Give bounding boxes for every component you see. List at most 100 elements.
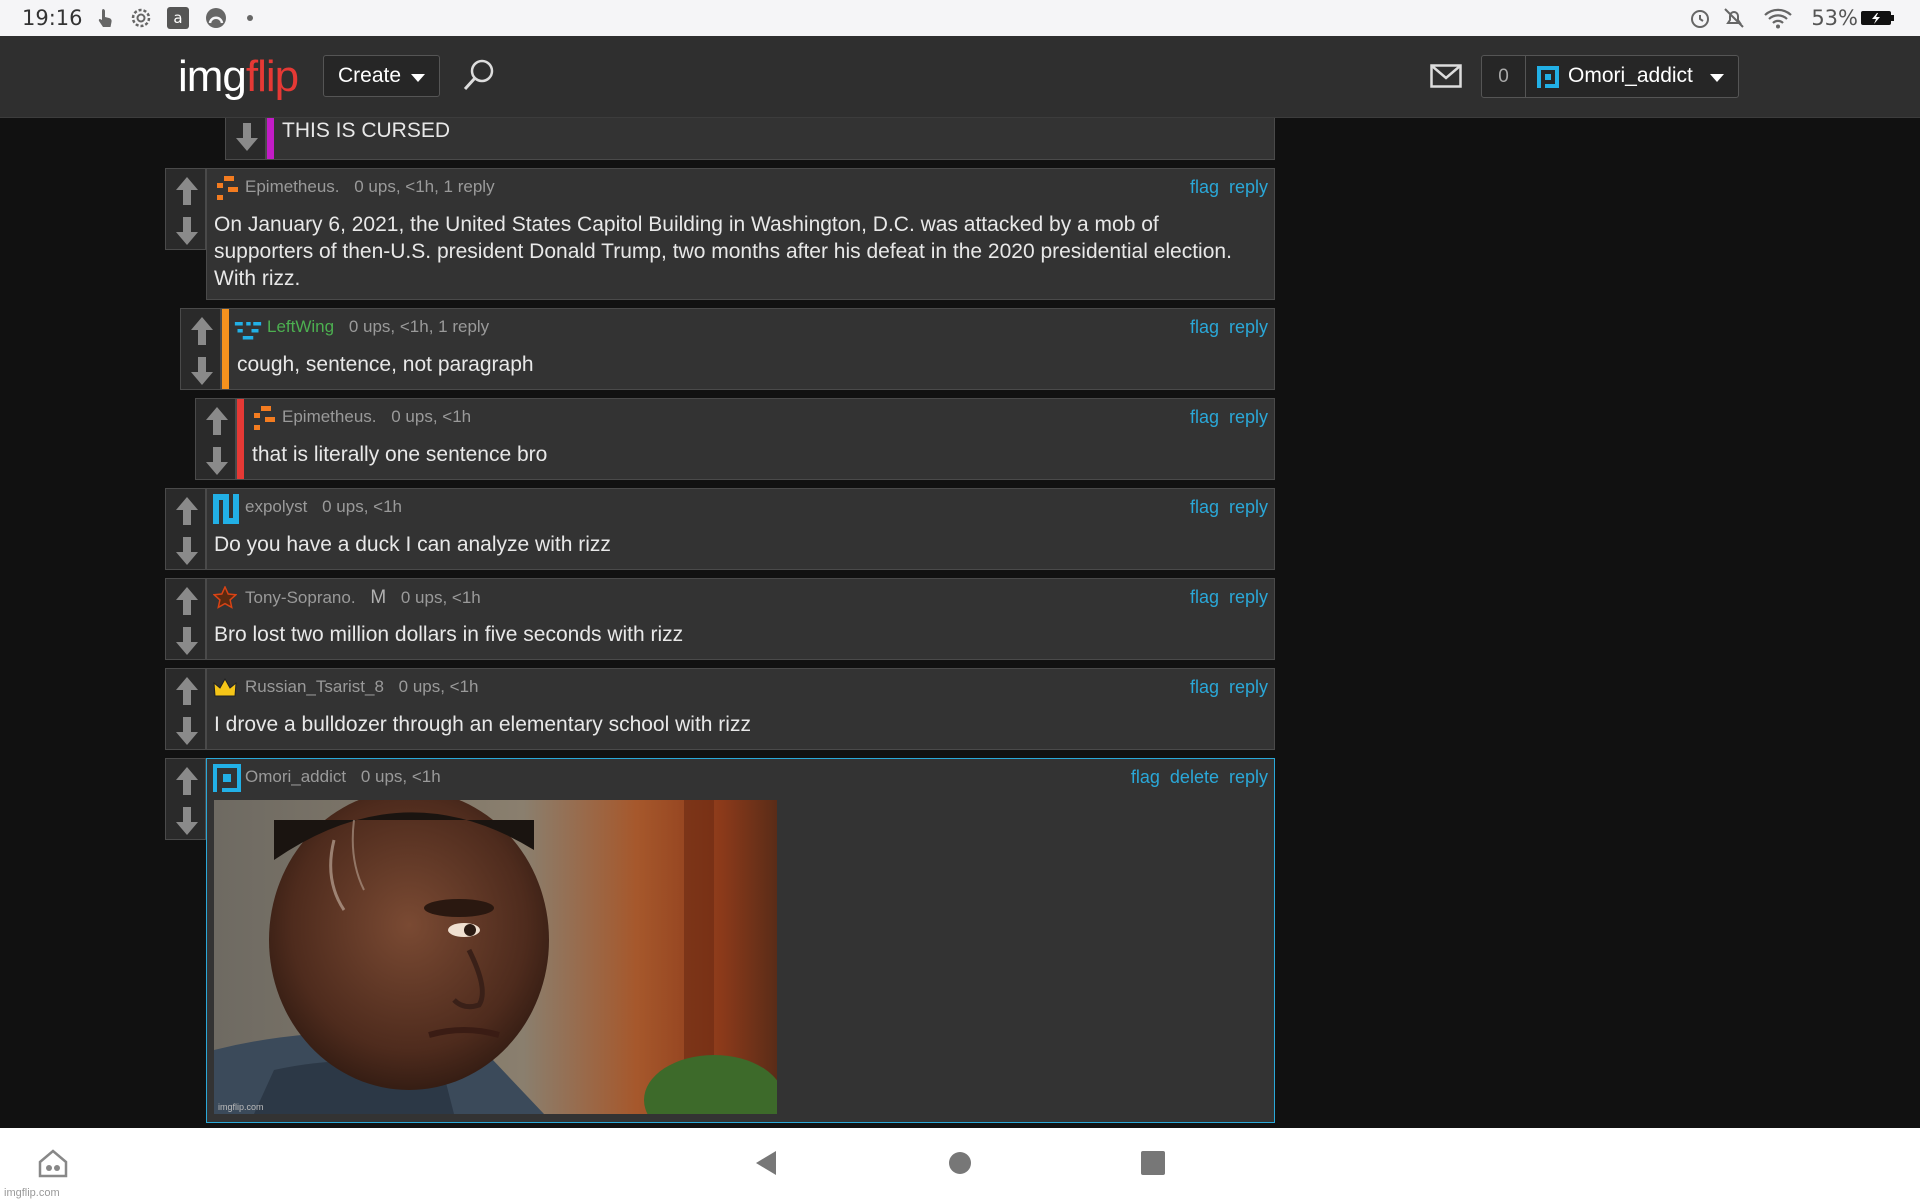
flag-link[interactable]: flag	[1190, 497, 1219, 517]
reply-link[interactable]: reply	[1229, 677, 1268, 697]
battery-percent: 53%	[1811, 6, 1858, 30]
downvote-arrow-icon[interactable]	[174, 537, 200, 565]
dot-icon	[247, 15, 253, 21]
comment-actions: flag reply	[1185, 587, 1268, 608]
comment-text: On January 6, 2021, the United States Ca…	[214, 213, 1232, 290]
reply-link[interactable]: reply	[1229, 587, 1268, 607]
upvote-arrow-icon[interactable]	[174, 677, 200, 705]
downvote-arrow-icon[interactable]	[174, 717, 200, 745]
flag-link[interactable]: flag	[1190, 177, 1219, 197]
reply-link[interactable]: reply	[1229, 177, 1268, 197]
imgflip-logo[interactable]: imgflip	[178, 52, 299, 102]
thread-bar	[267, 118, 274, 159]
status-bar: 19:16 a 53%	[0, 0, 1920, 36]
mail-icon[interactable]	[1430, 64, 1462, 88]
notification-count[interactable]: 0	[1482, 56, 1526, 97]
comment-header: Omori_addict 0 ups, <1h	[245, 767, 441, 787]
downvote-arrow-icon[interactable]	[174, 217, 200, 245]
upvote-arrow-icon[interactable]	[189, 317, 215, 345]
comment-meta: 0 ups, <1h	[391, 407, 472, 426]
upvote-arrow-icon[interactable]	[174, 177, 200, 205]
bell-off-icon	[1724, 8, 1744, 28]
home-launcher-icon[interactable]	[38, 1148, 68, 1178]
recents-icon[interactable]	[1138, 1148, 1168, 1178]
arc-app-icon	[206, 8, 226, 28]
comment-username[interactable]: Tony-Soprano.	[245, 588, 356, 607]
comment-actions: flag reply	[1185, 317, 1268, 338]
comment-meta: 0 ups, <1h	[398, 677, 479, 696]
comment-meta: 0 ups, <1h	[322, 497, 402, 516]
vote-column	[195, 398, 236, 480]
vote-column	[165, 758, 206, 840]
downvote-arrow-icon[interactable]	[204, 447, 230, 475]
chevron-down-icon	[1710, 74, 1724, 82]
comment-header: LeftWing 0 ups, <1h, 1 reply	[267, 317, 489, 337]
page-watermark: imgflip.com	[4, 1187, 60, 1199]
flag-link[interactable]: flag	[1190, 407, 1219, 427]
thread-bar	[237, 399, 244, 479]
upvote-arrow-icon[interactable]	[174, 497, 200, 525]
delete-link[interactable]: delete	[1170, 767, 1219, 787]
vote-column	[225, 118, 266, 160]
comment-meme-image[interactable]: imgflip.com	[214, 800, 777, 1114]
reply-link[interactable]: reply	[1229, 497, 1268, 517]
comment-username[interactable]: LeftWing	[267, 317, 334, 336]
flag-link[interactable]: flag	[1190, 677, 1219, 697]
vote-column	[180, 308, 221, 390]
comment-body: Russian_Tsarist_8 0 ups, <1h flag reply …	[206, 668, 1275, 750]
comment-body: Tony-Soprano. M 0 ups, <1h flag reply Br…	[206, 578, 1275, 660]
upvote-arrow-icon[interactable]	[174, 587, 200, 615]
comment-body: Omori_addict 0 ups, <1h flag delete repl…	[206, 758, 1275, 1123]
downvote-arrow-icon[interactable]	[189, 357, 215, 385]
battery-charging-icon	[1861, 11, 1894, 25]
vote-column	[165, 578, 206, 660]
back-icon[interactable]	[752, 1148, 782, 1178]
search-icon[interactable]	[462, 58, 496, 92]
flag-link[interactable]: flag	[1131, 767, 1160, 787]
vote-column	[165, 488, 206, 570]
comment-actions: flag delete reply	[1126, 767, 1268, 788]
user-avatar	[217, 176, 238, 200]
comment-text: I drove a bulldozer through an elementar…	[214, 713, 751, 736]
downvote-arrow-icon[interactable]	[174, 627, 200, 655]
comment-username[interactable]: Epimetheus.	[245, 177, 340, 196]
settings-icon	[131, 8, 151, 28]
comment-actions: flag reply	[1185, 177, 1268, 198]
comment-username[interactable]: expolyst	[245, 497, 307, 516]
comment-username[interactable]: Russian_Tsarist_8	[245, 677, 384, 696]
mod-badge: M	[370, 587, 387, 608]
comment-text: that is literally one sentence bro	[252, 443, 548, 466]
comment-header: Epimetheus. 0 ups, <1h	[282, 407, 471, 427]
comment-body: THIS IS CURSED	[266, 118, 1275, 160]
touch-icon	[98, 9, 112, 27]
android-nav-bar: imgflip.com	[0, 1128, 1920, 1200]
comment-username[interactable]: Omori_addict	[245, 767, 346, 786]
reply-link[interactable]: reply	[1229, 407, 1268, 427]
reply-link[interactable]: reply	[1229, 767, 1268, 787]
wifi-icon	[1764, 8, 1792, 29]
comment-meta: 0 ups, <1h	[400, 588, 481, 607]
thread-bar	[222, 309, 229, 389]
create-menu-button[interactable]: Create	[323, 55, 440, 97]
comment-meta: 0 ups, <1h	[360, 767, 441, 786]
flag-link[interactable]: flag	[1190, 317, 1219, 337]
star-avatar-icon	[213, 586, 237, 609]
home-icon[interactable]	[945, 1148, 975, 1178]
comment-body: Epimetheus. 0 ups, <1h, 1 reply flag rep…	[206, 168, 1275, 300]
svg-text:a: a	[173, 9, 182, 27]
comment-body: expolyst 0 ups, <1h flag reply Do you ha…	[206, 488, 1275, 570]
downvote-arrow-icon[interactable]	[234, 123, 260, 151]
flag-link[interactable]: flag	[1190, 587, 1219, 607]
upvote-arrow-icon[interactable]	[174, 767, 200, 795]
downvote-arrow-icon[interactable]	[174, 807, 200, 835]
comment-header: Tony-Soprano. M 0 ups, <1h	[245, 587, 481, 609]
reply-link[interactable]: reply	[1229, 317, 1268, 337]
comment-header: expolyst 0 ups, <1h	[245, 497, 402, 517]
upvote-arrow-icon[interactable]	[204, 407, 230, 435]
user-avatar	[254, 406, 275, 430]
comment-body: LeftWing 0 ups, <1h, 1 reply flag reply …	[221, 308, 1275, 390]
user-menu[interactable]: 0 Omori_addict	[1481, 55, 1739, 98]
comment-username[interactable]: Epimetheus.	[282, 407, 377, 426]
sweating-man-image	[214, 800, 777, 1114]
comment-meta: 0 ups, <1h, 1 reply	[354, 177, 495, 196]
